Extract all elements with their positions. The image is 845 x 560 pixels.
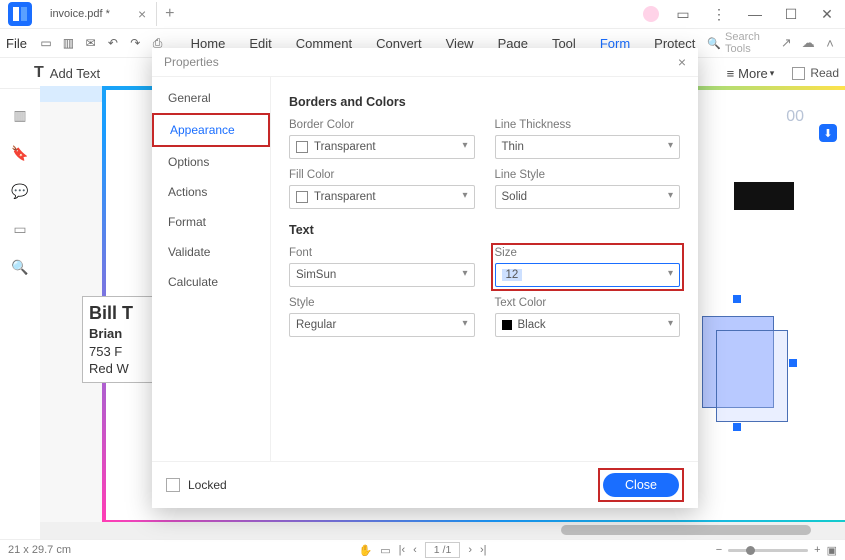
attachment-icon[interactable]: ▭ bbox=[11, 220, 29, 238]
search-tools[interactable]: 🔍 Search Tools bbox=[707, 31, 773, 55]
zoom-out-icon[interactable]: − bbox=[716, 544, 722, 556]
section-text: Text bbox=[289, 223, 680, 237]
first-page-icon[interactable]: |‹ bbox=[399, 544, 406, 556]
save-icon[interactable]: ▥ bbox=[60, 33, 76, 53]
add-text-button[interactable]: T Add Text bbox=[34, 64, 100, 82]
cloud-icon[interactable]: ☁ bbox=[799, 35, 817, 51]
document-tab[interactable]: invoice.pdf * × bbox=[40, 2, 157, 26]
black-rect bbox=[734, 182, 794, 210]
search-icon: 🔍 bbox=[707, 37, 721, 50]
tab-actions[interactable]: Actions bbox=[152, 177, 270, 207]
tab-calculate[interactable]: Calculate bbox=[152, 267, 270, 297]
bill-addr1: 753 F bbox=[89, 343, 157, 361]
maximize-icon[interactable]: ☐ bbox=[773, 6, 809, 23]
read-toggle[interactable]: Read bbox=[792, 66, 839, 80]
label-font: Font bbox=[289, 247, 475, 259]
bookmark-icon[interactable]: 🔖 bbox=[11, 144, 29, 162]
avatar[interactable] bbox=[643, 6, 659, 22]
horizontal-scrollbar[interactable] bbox=[40, 522, 845, 540]
page-indicator[interactable]: 1 /1 bbox=[425, 542, 461, 558]
more-button[interactable]: ≡ More ▾ bbox=[727, 66, 775, 81]
label-border-color: Border Color bbox=[289, 119, 475, 131]
search-placeholder: Search Tools bbox=[725, 31, 773, 55]
notification-icon[interactable]: ▭ bbox=[665, 6, 701, 23]
search-sidebar-icon[interactable]: 🔍 bbox=[11, 258, 29, 276]
more-label: More bbox=[738, 66, 768, 81]
line-thickness-combo[interactable]: Thin▾ bbox=[495, 135, 681, 159]
add-text-label: Add Text bbox=[50, 66, 100, 81]
chevron-up-icon[interactable]: ˄ bbox=[821, 36, 839, 51]
selected-form-field[interactable] bbox=[702, 298, 794, 428]
label-fill-color: Fill Color bbox=[289, 169, 475, 181]
label-line-thickness: Line Thickness bbox=[495, 119, 681, 131]
menu-file[interactable]: File bbox=[6, 36, 27, 51]
locked-label: Locked bbox=[188, 478, 227, 492]
select-tool-icon[interactable]: ▭ bbox=[380, 544, 390, 557]
panel-title: Properties bbox=[164, 55, 219, 69]
panel-close-icon[interactable]: × bbox=[678, 54, 686, 70]
next-page-icon[interactable]: › bbox=[468, 544, 472, 556]
app-logo bbox=[8, 2, 32, 26]
tab-format[interactable]: Format bbox=[152, 207, 270, 237]
left-sidebar: ▥ 🔖 💬 ▭ 🔍 bbox=[0, 86, 41, 540]
zoom-slider[interactable] bbox=[728, 549, 808, 552]
zoom-in-icon[interactable]: + bbox=[814, 544, 820, 556]
size-combo[interactable]: 12▾ bbox=[495, 263, 681, 287]
label-size: Size bbox=[495, 247, 681, 259]
tab-validate[interactable]: Validate bbox=[152, 237, 270, 267]
kebab-menu-icon[interactable]: ⋮ bbox=[701, 6, 737, 23]
minimize-icon[interactable]: — bbox=[737, 6, 773, 22]
label-style: Style bbox=[289, 297, 475, 309]
window-close-icon[interactable]: ✕ bbox=[809, 6, 845, 23]
close-button[interactable]: Close bbox=[603, 473, 679, 497]
properties-panel: Properties × General Appearance Options … bbox=[152, 48, 698, 508]
page-dimensions: 21 x 29.7 cm bbox=[8, 544, 71, 556]
redo-icon[interactable]: ↷ bbox=[127, 33, 143, 53]
undo-icon[interactable]: ↶ bbox=[105, 33, 121, 53]
last-page-icon[interactable]: ›| bbox=[480, 544, 487, 556]
section-borders: Borders and Colors bbox=[289, 95, 680, 109]
tab-options[interactable]: Options bbox=[152, 147, 270, 177]
locked-checkbox[interactable] bbox=[166, 478, 180, 492]
text-icon: T bbox=[34, 64, 44, 82]
mail-icon[interactable]: ✉ bbox=[83, 33, 99, 53]
new-tab-button[interactable]: + bbox=[165, 5, 174, 23]
page-number: 00 bbox=[786, 108, 804, 126]
tab-general[interactable]: General bbox=[152, 83, 270, 113]
close-tab-icon[interactable]: × bbox=[138, 6, 146, 22]
open-icon[interactable]: ▭ bbox=[38, 33, 54, 53]
chevron-down-icon: ▾ bbox=[770, 68, 775, 79]
thumbnails-icon[interactable]: ▥ bbox=[11, 106, 29, 124]
hand-tool-icon[interactable]: ✋ bbox=[358, 544, 372, 557]
style-combo[interactable]: Regular▾ bbox=[289, 313, 475, 337]
panel-tabs: General Appearance Options Actions Forma… bbox=[152, 77, 271, 461]
status-bar: 21 x 29.7 cm ✋ ▭ |‹ ‹ 1 /1 › ›| − + ▣ bbox=[0, 539, 845, 560]
document-tab-label: invoice.pdf * bbox=[50, 8, 110, 20]
text-color-combo[interactable]: Black▾ bbox=[495, 313, 681, 337]
fill-color-combo[interactable]: Transparent▾ bbox=[289, 185, 475, 209]
bill-addr2: Red W bbox=[89, 360, 157, 378]
hamburger-icon: ≡ bbox=[727, 66, 735, 81]
read-checkbox[interactable] bbox=[792, 67, 805, 80]
tab-appearance[interactable]: Appearance bbox=[152, 113, 270, 147]
bill-title: Bill T bbox=[89, 301, 157, 325]
label-text-color: Text Color bbox=[495, 297, 681, 309]
prev-page-icon[interactable]: ‹ bbox=[413, 544, 417, 556]
font-combo[interactable]: SimSun▾ bbox=[289, 263, 475, 287]
bill-name: Brian bbox=[89, 325, 157, 343]
read-label: Read bbox=[810, 66, 839, 80]
label-line-style: Line Style bbox=[495, 169, 681, 181]
border-color-combo[interactable]: Transparent▾ bbox=[289, 135, 475, 159]
download-icon[interactable]: ⬇ bbox=[819, 124, 837, 142]
fit-page-icon[interactable]: ▣ bbox=[827, 544, 837, 557]
line-style-combo[interactable]: Solid▾ bbox=[495, 185, 681, 209]
share-icon[interactable]: ↗ bbox=[777, 35, 795, 51]
comment-icon[interactable]: 💬 bbox=[11, 182, 29, 200]
